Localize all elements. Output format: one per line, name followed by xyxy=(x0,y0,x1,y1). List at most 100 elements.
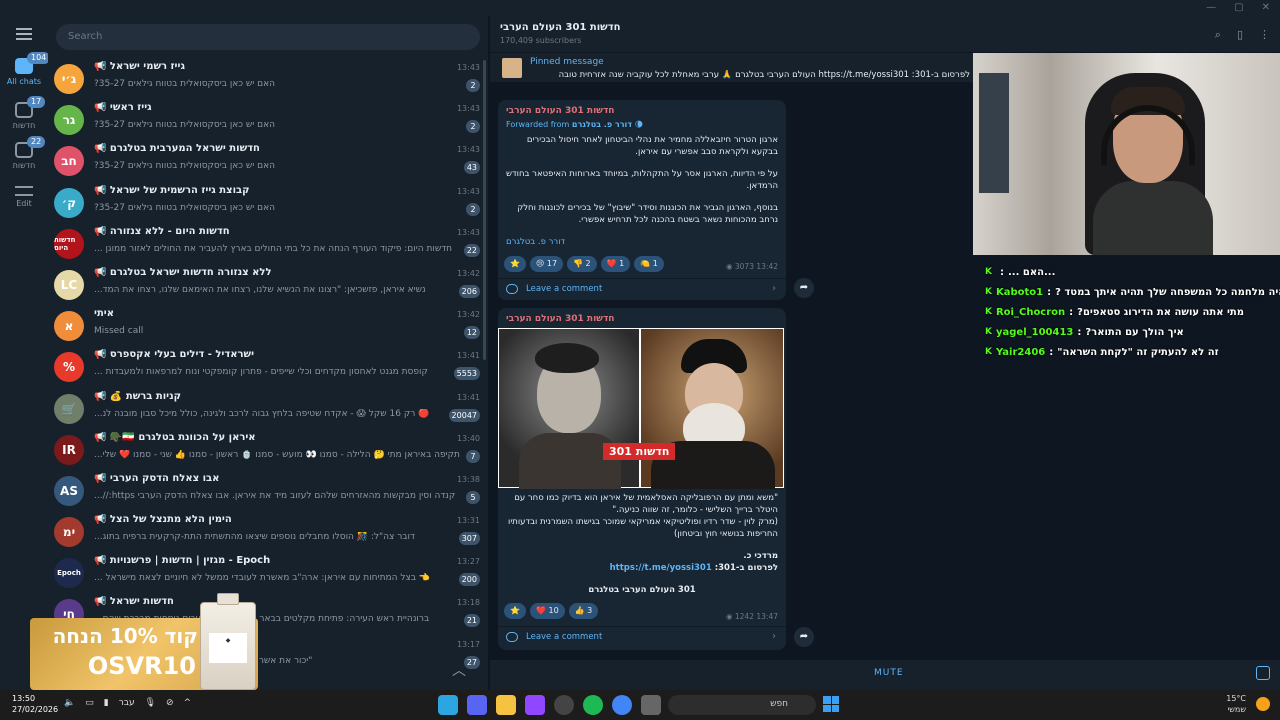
chat-row[interactable]: א איתי 13:42 Missed call 12 xyxy=(48,305,488,346)
folder-label: Edit xyxy=(16,199,32,208)
minimize-icon[interactable]: — xyxy=(1206,2,1216,13)
mic-muted-icon[interactable]: ⊘ xyxy=(166,698,174,708)
speaker-icon[interactable]: 🔈 xyxy=(64,698,75,708)
chat-row[interactable]: 🛒 קניות ברשת 💰 📢 13:41 🔴 רק 16 שקל 😱 - אקדח… xyxy=(48,388,488,429)
channel-post: חדשות 301 העולם הערבי Forwarded from דור… xyxy=(498,100,786,300)
pinned-text: לפרסום ב-301: https://t.me/yossi301 העול… xyxy=(558,70,970,80)
chat-row[interactable]: % ישראדיל - דילים בעלי אקספרס 📢 13:41 קופסת… xyxy=(48,346,488,387)
promo-line2: OSVR10 xyxy=(87,652,196,680)
maximize-icon[interactable]: ▢ xyxy=(1234,2,1243,13)
colon-separator: : xyxy=(999,266,1004,278)
chat-row[interactable]: ימ הימין הלא מתנצל של הצל 📢 13:31 דובר צה"ל… xyxy=(48,511,488,552)
reaction-lemon[interactable]: 🍋 1 xyxy=(634,256,664,272)
unread-count: 5553 xyxy=(453,367,480,381)
post-channel-name[interactable]: חדשות 301 העולם הערבי xyxy=(506,314,614,324)
app-icon[interactable] xyxy=(641,695,661,715)
folder-news-2[interactable]: 22 חדשות xyxy=(0,136,48,170)
chat-time: 13:18 xyxy=(456,598,480,608)
webcam-overlay xyxy=(973,53,1280,255)
chat-row[interactable]: חדשות היום חדשות היום - ללא צנזורה 📢 13:43… xyxy=(48,223,488,264)
post-paragraph: על פי הדיווח, הארגון אסר על התקהלות, במי… xyxy=(506,169,778,191)
spotify-icon[interactable] xyxy=(583,695,603,715)
chat-row[interactable]: IR איראן על הכוונת בטלגרם 🇮🇷🪖 📢 13:40 תקיפה… xyxy=(48,429,488,470)
channel-title[interactable]: חדשות 301 העולם הערבי xyxy=(500,22,621,33)
chat-name-text: גייז רשמי ישראל 📢 xyxy=(94,61,185,72)
channel-post: חדשות 301 העולם הערבי חדשות 301 "משא ומת… xyxy=(498,308,786,650)
weather-widget[interactable]: 15°C שמשי xyxy=(1226,693,1246,715)
network-icon[interactable]: ▭ xyxy=(85,698,94,708)
obs-icon[interactable] xyxy=(554,695,574,715)
post-channel-name[interactable]: חדשות 301 העולם הערבי xyxy=(506,106,614,116)
language-indicator[interactable]: עבר xyxy=(119,698,135,708)
chat-rows: ג׳י גייז רשמי ישראל 📢 13:43 האם יש כאן ביסק… xyxy=(48,58,488,676)
folder-news-1[interactable]: 17 חדשות xyxy=(0,96,48,130)
chat-message: עם יהיה מלחמה כל המשפחה שלך תהיה איתך במ… xyxy=(1055,286,1280,298)
chat-name: ישראדיל - דילים בעלי אקספרס 📢 xyxy=(94,349,480,360)
folder-all-chats[interactable]: 104 All chats xyxy=(0,52,51,86)
clock[interactable]: 13:50 27/02/2026 xyxy=(12,693,58,715)
chevron-up-icon[interactable]: ^ xyxy=(184,698,192,708)
chat-time: 13:43 xyxy=(456,145,480,155)
chat-name: איתי xyxy=(94,308,480,319)
reaction-heart[interactable]: ❤️ 1 xyxy=(600,256,631,272)
scroll-up-icon[interactable]: ︿ xyxy=(452,660,466,680)
chat-row[interactable]: LC ללא צנזורה חדשות ישראל בטלגרם 📢 13:42 נש… xyxy=(48,264,488,305)
chat-avatar: 🛒 xyxy=(54,393,84,424)
post-signoff-link[interactable]: דורר פ. בטלגרם xyxy=(506,236,778,248)
search-icon[interactable]: ⌕ xyxy=(1215,28,1221,42)
chat-preview: 🔴 רק 16 שקל 😱 - אקדח שטיפה בלחץ גבוה לרכ… xyxy=(94,408,430,419)
chat-avatar: IR xyxy=(54,434,84,465)
discord-icon[interactable] xyxy=(467,695,487,715)
chrome-icon[interactable] xyxy=(612,695,632,715)
eye-icon: ◉ xyxy=(725,612,733,621)
close-icon[interactable]: ✕ xyxy=(1262,2,1270,13)
reaction-cry[interactable]: 😢 17 xyxy=(529,256,564,272)
reaction-star[interactable]: ⭐ xyxy=(504,603,526,619)
windows-start-icon[interactable] xyxy=(823,696,839,712)
colon-separator: : xyxy=(1049,346,1054,358)
chat-row[interactable]: AS אבו צאלח הדסק הערבי 📢 13:38 קנדה וסין מב… xyxy=(48,470,488,511)
battery-icon[interactable]: ▮ xyxy=(104,698,109,708)
chat-name-text: חדשות ישראל המערבית בטלגרם 📢 xyxy=(94,143,260,155)
chat-name-text: אבו צאלח הדסק הערבי 📢 xyxy=(94,472,220,484)
leave-comment-button[interactable]: Leave a comment › xyxy=(498,626,786,648)
forwarded-source[interactable]: דורר פ. בטלגרם 🌘 xyxy=(572,120,643,129)
file-explorer-icon[interactable] xyxy=(496,695,516,715)
colon-separator: : xyxy=(1047,286,1052,298)
folder-edit[interactable]: Edit xyxy=(0,186,48,208)
chat-list-scrollbar[interactable] xyxy=(483,60,486,360)
chat-row[interactable]: גר גייז ראשי 📢 13:43 האם יש כאן ביסקסואלית … xyxy=(48,99,488,140)
sidebar-toggle-icon[interactable]: ▯ xyxy=(1237,28,1243,42)
share-button[interactable]: ➦ xyxy=(794,278,814,298)
post-image[interactable]: חדשות 301 xyxy=(498,328,786,489)
reaction-like[interactable]: 👍 3 xyxy=(568,603,599,619)
search-input[interactable]: Search xyxy=(56,24,480,50)
kick-badge-icon: K xyxy=(985,327,992,337)
taskbar-search[interactable]: חפש xyxy=(668,695,816,715)
reactions: ⭐ ❤️ 10 👍 3 xyxy=(504,603,599,619)
share-button[interactable]: ➦ xyxy=(794,627,814,647)
chat-time: 13:41 xyxy=(456,392,480,402)
chat-row[interactable]: Epoch Epoch - מגזין | חדשות | פרשנויות 📢 1… xyxy=(48,552,488,593)
mic-icon[interactable]: 🎙 xyxy=(145,698,156,708)
pinned-message[interactable]: Pinned message לפרסום ב-301: https://t.m… xyxy=(490,52,973,82)
mute-button[interactable]: MUTE xyxy=(874,668,904,678)
chat-name: קניות ברשת 💰 📢 xyxy=(94,391,480,402)
reaction-heart[interactable]: ❤️ 10 xyxy=(529,603,565,619)
menu-icon[interactable] xyxy=(16,28,32,43)
chat-row[interactable]: ג׳י גייז רשמי ישראל 📢 13:43 האם יש כאן ביסק… xyxy=(48,58,488,99)
telegram-icon[interactable] xyxy=(438,695,458,715)
chat-preview: תקיפה באיראן מתי 🤔 הלילה - סמנו 👀 מועש -… xyxy=(94,449,460,460)
leave-comment-button[interactable]: Leave a comment › xyxy=(498,278,786,300)
chat-row[interactable]: חב חדשות ישראל המערבית בטלגרם 📢 13:43 האם י… xyxy=(48,140,488,181)
reaction-star[interactable]: ⭐ xyxy=(504,256,526,272)
reaction-dislike[interactable]: 👎 2 xyxy=(567,256,597,272)
post-promo-text: לפרסום ב-301: xyxy=(714,563,778,573)
post-link[interactable]: https://t.me/yossi301 xyxy=(610,563,712,573)
chat-row[interactable]: ק׳ קבוצת גייז הרשמית של ישראל 📢 13:43 האם י… xyxy=(48,182,488,223)
twitch-icon[interactable] xyxy=(525,695,545,715)
gift-icon[interactable] xyxy=(1256,666,1270,680)
post-meta: ◉ 1242 13:47 xyxy=(726,612,778,621)
forwarded-from[interactable]: Forwarded from דורר פ. בטלגרם 🌘 xyxy=(506,120,643,129)
more-icon[interactable]: ⋮ xyxy=(1259,28,1270,42)
